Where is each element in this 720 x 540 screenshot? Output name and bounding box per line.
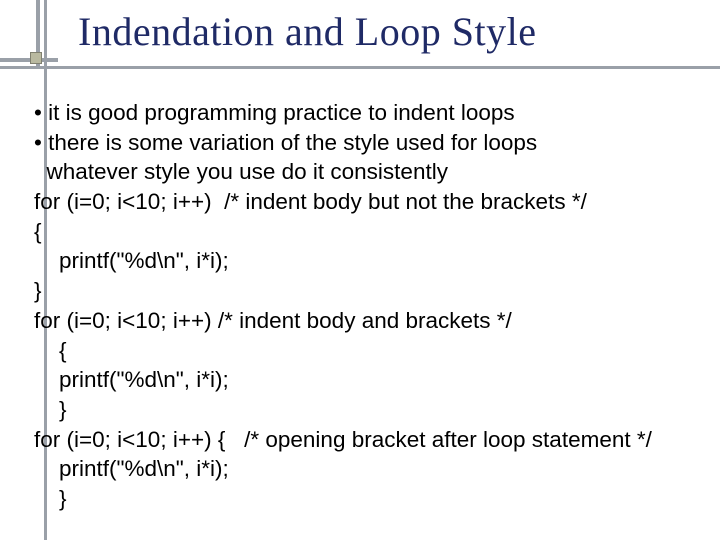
body-line: printf("%d\n", i*i);: [34, 454, 712, 484]
body-line: for (i=0; i<10; i++) /* indent body and …: [34, 306, 712, 336]
body-line: }: [34, 276, 712, 306]
body-line: }: [34, 395, 712, 425]
body-line: for (i=0; i<10; i++) { /* opening bracke…: [34, 425, 712, 455]
body-line: printf("%d\n", i*i);: [34, 365, 712, 395]
body-line: for (i=0; i<10; i++) /* indent body but …: [34, 187, 712, 217]
slide-body: • it is good programming practice to ind…: [34, 98, 712, 514]
body-line: {: [34, 336, 712, 366]
body-line: whatever style you use do it consistentl…: [34, 157, 712, 187]
body-line: • there is some variation of the style u…: [34, 128, 712, 158]
body-line: • it is good programming practice to ind…: [34, 98, 712, 128]
body-line: printf("%d\n", i*i);: [34, 246, 712, 276]
slide: Indendation and Loop Style • it is good …: [0, 0, 720, 540]
slide-title: Indendation and Loop Style: [78, 8, 536, 55]
decoration-box: [30, 52, 42, 64]
decoration-line: [0, 58, 58, 62]
body-line: }: [34, 484, 712, 514]
body-line: {: [34, 217, 712, 247]
decoration-line: [0, 66, 720, 69]
